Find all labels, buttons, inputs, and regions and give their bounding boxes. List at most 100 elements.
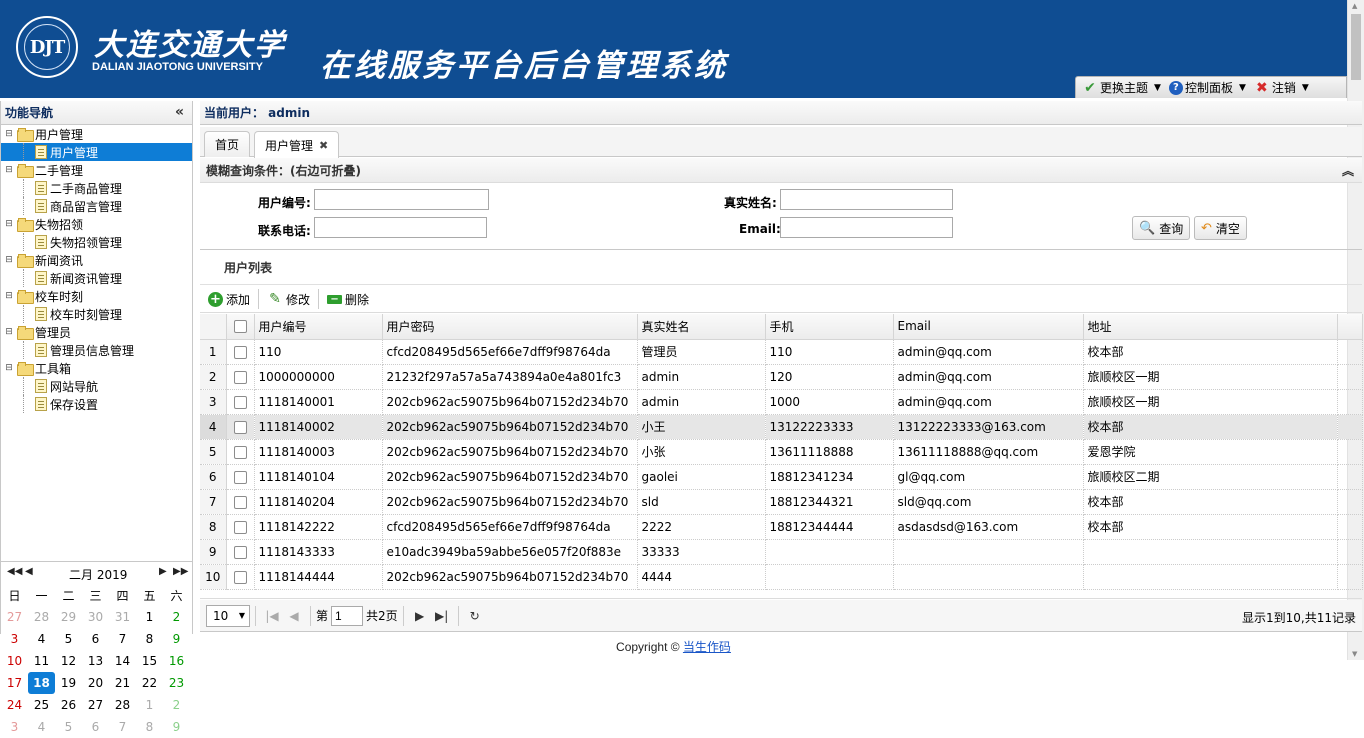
calendar-day[interactable]: 7: [109, 716, 136, 738]
table-row[interactable]: 8 1118142222 cfcd208495d565ef66e7dff9f9876…: [200, 514, 1363, 540]
calendar-day[interactable]: 27: [1, 606, 28, 628]
nav-item[interactable]: 新闻资讯管理: [1, 269, 192, 287]
row-checkbox-cell[interactable]: [226, 414, 255, 440]
row-checkbox-cell[interactable]: [226, 339, 255, 365]
query-button[interactable]: 🔍 查询: [1132, 216, 1191, 240]
calendar-day[interactable]: 25: [28, 694, 55, 716]
calendar-day[interactable]: 2: [163, 694, 190, 716]
table-row[interactable]: 1 110 cfcd208495d565ef66e7dff9f98764da 管理员 1…: [200, 339, 1363, 365]
logout-button[interactable]: ✖ 注销 ▼: [1254, 78, 1309, 98]
collapse-up-icon[interactable]: ︽: [1342, 162, 1354, 179]
row-checkbox[interactable]: [233, 345, 247, 359]
row-checkbox-cell[interactable]: [226, 489, 255, 515]
calendar-day[interactable]: 30: [82, 606, 109, 628]
calendar-day[interactable]: 31: [109, 606, 136, 628]
column-header[interactable]: 手机: [765, 314, 894, 340]
tab-user-management[interactable]: 用户管理 ✖: [254, 131, 340, 158]
calendar-day[interactable]: 23: [163, 672, 190, 694]
clear-button[interactable]: ↶ 清空: [1194, 216, 1247, 240]
column-header[interactable]: 用户密码: [382, 314, 638, 340]
author-link[interactable]: 当生作码: [683, 640, 731, 654]
row-checkbox[interactable]: [233, 545, 247, 559]
calendar-day[interactable]: 18: [28, 672, 55, 694]
column-header[interactable]: 用户编号: [254, 314, 383, 340]
calendar-day[interactable]: 28: [28, 606, 55, 628]
nav-group[interactable]: ⊟ 工具箱: [1, 359, 192, 377]
row-checkbox-cell[interactable]: [226, 464, 255, 490]
calendar-day[interactable]: 29: [55, 606, 82, 628]
tree-toggle-icon[interactable]: ⊟: [3, 363, 15, 373]
row-checkbox[interactable]: [233, 520, 247, 534]
row-checkbox-cell[interactable]: [226, 439, 255, 465]
table-row[interactable]: 4 1118140002 202cb962ac59075b964b07152d234…: [200, 414, 1363, 440]
row-checkbox-cell[interactable]: [226, 514, 255, 540]
email-input[interactable]: [780, 217, 953, 238]
refresh-icon[interactable]: ↻: [464, 605, 486, 627]
nav-item[interactable]: 校车时刻管理: [1, 305, 192, 323]
add-button[interactable]: + 添加: [206, 291, 252, 308]
tree-toggle-icon[interactable]: ⊟: [3, 165, 15, 175]
next-page-icon[interactable]: ▶: [409, 605, 431, 627]
calendar-day[interactable]: 17: [1, 672, 28, 694]
nav-item[interactable]: 失物招领管理: [1, 233, 192, 251]
calendar-day[interactable]: 5: [55, 716, 82, 738]
row-checkbox[interactable]: [233, 570, 247, 584]
first-page-icon[interactable]: |◀: [261, 605, 283, 627]
calendar-day[interactable]: 6: [82, 716, 109, 738]
calendar-day[interactable]: 21: [109, 672, 136, 694]
user-id-input[interactable]: [314, 189, 489, 210]
calendar-day[interactable]: 19: [55, 672, 82, 694]
close-icon[interactable]: ✖: [319, 139, 328, 152]
table-row[interactable]: 9 1118143333 e10adc3949ba59abbe56e057f20f8…: [200, 539, 1363, 565]
tree-toggle-icon[interactable]: ⊟: [3, 291, 15, 301]
nav-group[interactable]: ⊟ 新闻资讯: [1, 251, 192, 269]
column-header[interactable]: 真实姓名: [637, 314, 766, 340]
nav-group[interactable]: ⊟ 管理员: [1, 323, 192, 341]
tree-toggle-icon[interactable]: ⊟: [3, 327, 15, 337]
prev-page-icon[interactable]: ◀: [283, 605, 305, 627]
nav-item[interactable]: 保存设置: [1, 395, 192, 413]
calendar-day[interactable]: 2: [163, 606, 190, 628]
nav-group[interactable]: ⊟ 校车时刻: [1, 287, 192, 305]
prev-year-icon[interactable]: ◀◀: [7, 566, 22, 577]
row-checkbox[interactable]: [233, 445, 247, 459]
nav-item[interactable]: 用户管理: [1, 143, 192, 161]
table-row[interactable]: 7 1118140204 202cb962ac59075b964b07152d234…: [200, 489, 1363, 515]
collapse-left-icon[interactable]: «: [175, 104, 184, 120]
edit-button[interactable]: ✎ 修改: [265, 291, 312, 308]
column-header[interactable]: Email: [893, 314, 1084, 340]
row-checkbox[interactable]: [233, 495, 247, 509]
calendar-day[interactable]: 24: [1, 694, 28, 716]
last-page-icon[interactable]: ▶|: [431, 605, 453, 627]
tree-toggle-icon[interactable]: ⊟: [3, 129, 15, 139]
nav-group[interactable]: ⊟ 二手管理: [1, 161, 192, 179]
calendar-day[interactable]: 28: [109, 694, 136, 716]
nav-group[interactable]: ⊟ 用户管理: [1, 125, 192, 143]
delete-button[interactable]: − 删除: [325, 291, 371, 308]
table-row[interactable]: 5 1118140003 202cb962ac59075b964b07152d234…: [200, 439, 1363, 465]
calendar-day[interactable]: 26: [55, 694, 82, 716]
row-checkbox-cell[interactable]: [226, 564, 255, 590]
calendar-day[interactable]: 1: [136, 694, 163, 716]
scroll-down-icon[interactable]: ▼: [1352, 650, 1357, 658]
select-all-checkbox[interactable]: [233, 320, 247, 334]
next-month-icon[interactable]: ▶: [159, 566, 167, 577]
nav-group[interactable]: ⊟ 失物招领: [1, 215, 192, 233]
calendar-day[interactable]: 1: [136, 606, 163, 628]
row-checkbox-cell[interactable]: [226, 539, 255, 565]
table-row[interactable]: 6 1118140104 202cb962ac59075b964b07152d234…: [200, 464, 1363, 490]
column-header[interactable]: 地址: [1083, 314, 1338, 340]
calendar-day[interactable]: 20: [82, 672, 109, 694]
row-checkbox[interactable]: [233, 370, 247, 384]
nav-item[interactable]: 二手商品管理: [1, 179, 192, 197]
nav-item[interactable]: 网站导航: [1, 377, 192, 395]
row-checkbox[interactable]: [233, 395, 247, 409]
row-checkbox[interactable]: [233, 420, 247, 434]
tree-toggle-icon[interactable]: ⊟: [3, 219, 15, 229]
calendar-day[interactable]: 4: [28, 716, 55, 738]
calendar-day[interactable]: 8: [136, 716, 163, 738]
row-checkbox-cell[interactable]: [226, 389, 255, 415]
row-checkbox-cell[interactable]: [226, 364, 255, 390]
calendar-day[interactable]: 22: [136, 672, 163, 694]
scroll-up-icon[interactable]: ▲: [1352, 2, 1357, 10]
